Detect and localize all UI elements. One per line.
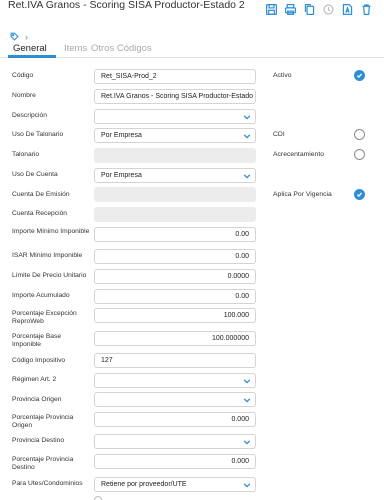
- label-descripcion: Descripción: [12, 112, 47, 119]
- para-utes-value: Retiene por proveedor/UTE: [101, 481, 187, 488]
- label-isar-minimo: ISAR Mínimo Imponible: [12, 252, 83, 259]
- label-cdi: CDI: [273, 131, 285, 138]
- tab-otros-codigos[interactable]: Otros Códigos: [91, 43, 152, 54]
- label-provincia-origen: Provincia Origen: [12, 396, 62, 403]
- label-regimen: Régimen Art. 2: [12, 376, 57, 383]
- porc-excepcion-input[interactable]: 100.000: [94, 308, 256, 323]
- porc-prov-origen-input[interactable]: 0.000: [94, 412, 256, 427]
- porc-prov-destino-input[interactable]: 0.000: [94, 454, 256, 469]
- partial-radio[interactable]: [94, 496, 102, 500]
- acrecentamiento-checkbox[interactable]: [354, 149, 365, 160]
- tab-bar: General Items Otros Códigos: [0, 40, 384, 58]
- regimen-select[interactable]: [94, 373, 256, 388]
- label-activo: Activo: [273, 72, 292, 79]
- label-importe-minimo: Importe Mínimo Imponible: [12, 228, 90, 235]
- label-codigo-impositivo: Código Impositivo: [12, 357, 66, 364]
- label-acrecentamiento: Acrecentamiento: [273, 151, 325, 158]
- toolbar: [265, 2, 373, 16]
- limite-precio-input[interactable]: 0.0000: [94, 269, 256, 284]
- importe-acumulado-input[interactable]: 0.00: [94, 289, 256, 304]
- page-title: Ret.IVA Granos - Scoring SISA Productor-…: [8, 0, 245, 11]
- label-importe-acumulado: Importe Acumulado: [12, 292, 70, 299]
- active-tab-indicator: [8, 55, 56, 58]
- label-nombre: Nombre: [12, 92, 36, 99]
- label-porc-base: Porcentaje Base Imponible: [12, 333, 62, 348]
- chevron-down-icon: [243, 172, 251, 180]
- print-icon[interactable]: [284, 2, 297, 16]
- importe-minimo-input[interactable]: 0.00: [94, 227, 256, 242]
- pdf-icon[interactable]: [341, 2, 354, 16]
- chevron-down-icon: [243, 113, 251, 121]
- save-icon[interactable]: [265, 2, 278, 16]
- label-codigo: Código: [12, 72, 34, 79]
- cuenta-emision-input: [94, 187, 256, 202]
- uso-cuenta-value: Por Empresa: [101, 172, 142, 179]
- label-provincia-destino: Provincia Destino: [12, 437, 65, 444]
- chevron-down-icon: [243, 481, 251, 489]
- history-icon[interactable]: [322, 2, 335, 16]
- codigo-impositivo-input[interactable]: 127: [94, 353, 256, 368]
- descripcion-select[interactable]: [94, 109, 256, 124]
- label-uso-talonario: Uso De Talonario: [12, 131, 64, 138]
- label-limite-precio: Límite De Precio Unitario: [12, 272, 87, 279]
- activo-checkbox[interactable]: [354, 70, 365, 81]
- codigo-input[interactable]: Ret_SISA-Prod_2: [94, 69, 256, 84]
- uso-talonario-select[interactable]: Por Empresa: [94, 128, 256, 143]
- talonario-input: [94, 148, 256, 163]
- label-cuenta-emision: Cuenta De Emisión: [12, 191, 70, 198]
- chevron-down-icon: [243, 132, 251, 140]
- label-uso-cuenta: Uso De Cuenta: [12, 171, 58, 178]
- check-icon: [356, 73, 363, 78]
- tab-general[interactable]: General: [13, 43, 47, 54]
- cdi-checkbox[interactable]: [354, 129, 365, 140]
- chevron-down-icon: [243, 396, 251, 404]
- label-cuenta-recepcion: Cuenta Recepción: [12, 210, 68, 217]
- aplica-vigencia-checkbox[interactable]: [354, 189, 365, 200]
- tab-items[interactable]: Items: [64, 43, 87, 54]
- isar-minimo-input[interactable]: 0.00: [94, 249, 256, 264]
- delete-icon[interactable]: [360, 2, 373, 16]
- provincia-destino-select[interactable]: [94, 434, 256, 449]
- label-aplica-vigencia: Aplica Por Vigencia: [273, 191, 332, 198]
- label-porc-prov-destino: Porcentaje Provincia Destino: [12, 456, 74, 471]
- cuenta-recepcion-input: [94, 207, 256, 222]
- label-para-utes: Para Utes/Condominios: [12, 480, 83, 487]
- para-utes-select[interactable]: Retiene por proveedor/UTE: [94, 477, 256, 492]
- chevron-down-icon: [243, 377, 251, 385]
- chevron-down-icon: [243, 438, 251, 446]
- header: Ret.IVA Granos - Scoring SISA Productor-…: [0, 0, 384, 22]
- check-icon: [356, 192, 363, 197]
- label-porc-excepcion: Porcentaje Excepción ReproWeb: [12, 310, 77, 325]
- copy-icon[interactable]: [303, 2, 316, 16]
- provincia-origen-select[interactable]: [94, 392, 256, 407]
- label-porc-prov-origen: Porcentaje Provincia Origen: [12, 414, 74, 429]
- uso-cuenta-select[interactable]: Por Empresa: [94, 168, 256, 183]
- porc-base-input[interactable]: 100.000000: [94, 331, 256, 346]
- nombre-input[interactable]: Ret.IVA Granos - Scoring SISA Productor-…: [94, 89, 256, 104]
- label-talonario: Talonario: [12, 151, 40, 158]
- uso-talonario-value: Por Empresa: [101, 132, 142, 139]
